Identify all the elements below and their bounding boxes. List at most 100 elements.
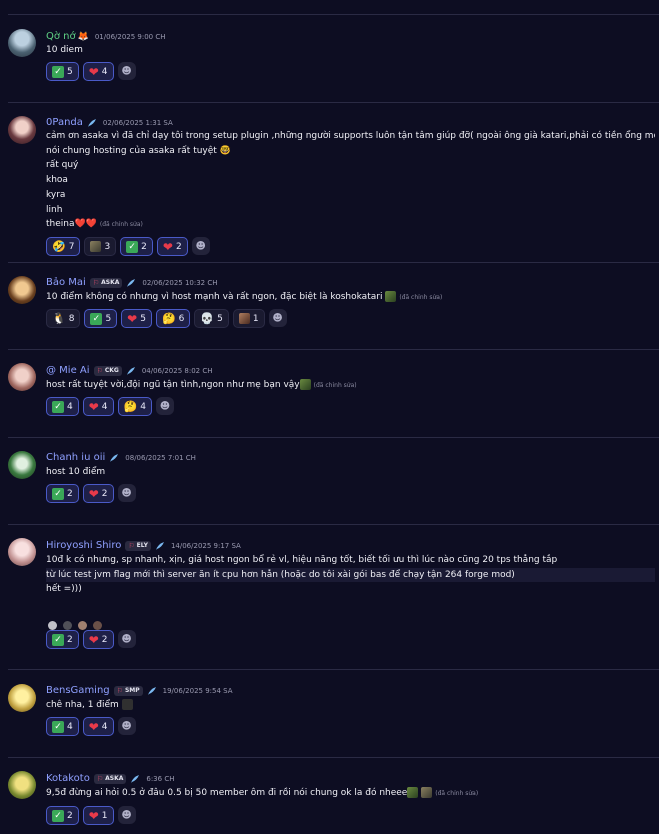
penguin-icon: 🐧	[52, 312, 66, 325]
reaction-check[interactable]: ✓ 2	[120, 237, 153, 256]
reaction-count: 6	[178, 313, 185, 324]
message-divider	[8, 524, 659, 525]
reaction-custom[interactable]: 3	[84, 237, 117, 256]
heart-icon: ❤	[88, 808, 99, 823]
thinking-icon: 🤔	[123, 400, 138, 413]
reaction-rofl[interactable]: 🤣 7	[46, 237, 81, 256]
add-reaction-icon[interactable]: ☻	[117, 717, 136, 735]
message-divider	[8, 349, 659, 350]
avatar[interactable]	[8, 29, 36, 57]
reaction-heart[interactable]: ❤ 4	[82, 717, 114, 736]
reaction-thinking[interactable]: 🤔 4	[117, 397, 152, 416]
timestamp: 02/06/2025 10:32 CH	[142, 278, 218, 287]
reaction-heart[interactable]: ❤ 2	[156, 237, 188, 256]
avatar[interactable]	[8, 276, 36, 304]
reaction-skull[interactable]: 💀 5	[194, 309, 229, 328]
check-icon: ✓	[52, 487, 64, 500]
heart-icon: ❤	[127, 311, 138, 326]
add-reaction-icon[interactable]: ☻	[268, 309, 287, 327]
message-divider	[8, 437, 659, 438]
reaction-check[interactable]: ✓ 2	[46, 484, 79, 503]
author-name[interactable]: Hiroyoshi Shiro	[46, 540, 121, 551]
avatar[interactable]	[8, 363, 36, 391]
reaction-heart[interactable]: ❤ 5	[121, 309, 152, 328]
author-name[interactable]: BensGaming	[46, 685, 110, 696]
author-name[interactable]: @ Mie Ai	[46, 365, 90, 376]
timestamp: 19/06/2025 9:54 SA	[162, 686, 233, 695]
reaction-check[interactable]: ✓ 4	[46, 397, 79, 416]
add-reaction-icon[interactable]: ☻	[155, 397, 174, 415]
reaction-heart[interactable]: ❤ 1	[82, 806, 114, 825]
reaction-count: 1	[252, 313, 259, 324]
check-icon: ✓	[52, 720, 64, 733]
message-divider	[8, 262, 659, 263]
message-divider	[8, 757, 659, 758]
author-name[interactable]: Chanh iu oii	[46, 452, 105, 463]
message-text: 10đ k có nhưng, sp nhanh, xịn, giá host …	[46, 553, 655, 597]
reaction-bar: ✓ 5 ❤ 4 ☻	[46, 62, 136, 81]
reaction-count: 2	[141, 241, 147, 252]
heart-icon: ❤	[88, 399, 99, 414]
reaction-count: 8	[68, 313, 75, 324]
add-reaction-icon[interactable]: ☻	[117, 62, 136, 80]
server-tag: ⚐ ELY	[125, 540, 151, 551]
reaction-heart[interactable]: ❤ 4	[82, 397, 114, 416]
author-name[interactable]: Bảo Mai	[46, 277, 86, 288]
avatar[interactable]	[8, 451, 36, 479]
message-divider	[8, 669, 659, 670]
avatar[interactable]	[8, 116, 36, 144]
add-reaction-icon[interactable]: ☻	[117, 806, 136, 824]
crown-emoji-icon: 🦊	[77, 31, 89, 42]
add-reaction-icon[interactable]: ☻	[117, 484, 136, 502]
reaction-count: 2	[175, 241, 182, 252]
feather-icon	[127, 278, 136, 287]
custom-emoji-icon	[385, 291, 397, 302]
custom-emoji-icon	[407, 787, 419, 798]
message-text: 9,5đ đừng ai hỏi 0.5 ở đâu 0.5 bị 50 mem…	[46, 787, 479, 798]
reaction-penguin[interactable]: 🐧 8	[46, 309, 81, 328]
feather-icon	[110, 453, 119, 462]
add-reaction-icon[interactable]: ☻	[117, 630, 136, 648]
reaction-check[interactable]: ✓ 2	[46, 806, 79, 825]
skull-icon: 💀	[200, 312, 215, 325]
reaction-custom[interactable]: 1	[232, 309, 265, 328]
reaction-heart[interactable]: ❤ 2	[82, 484, 114, 503]
custom-emoji-icon	[63, 621, 72, 630]
check-icon: ✓	[90, 312, 103, 325]
message-divider	[8, 14, 659, 15]
timestamp: 6:36 CH	[146, 774, 175, 783]
reaction-heart[interactable]: ❤ 4	[82, 62, 114, 81]
check-icon: ✓	[126, 240, 139, 253]
edited-label: (đã chỉnh sửa)	[99, 221, 143, 229]
reaction-thinking[interactable]: 🤔 6	[155, 309, 191, 328]
avatar[interactable]	[8, 684, 36, 712]
heart-icon: ❤	[88, 719, 99, 734]
edited-label: (đã chỉnh sửa)	[399, 294, 443, 301]
add-reaction-icon[interactable]: ☻	[191, 237, 210, 255]
rofl-icon: 🤣	[52, 240, 66, 253]
custom-emoji-icon	[78, 621, 87, 630]
server-tag: ⚐ ASKA	[89, 277, 123, 288]
reaction-check[interactable]: ✓ 2	[46, 630, 79, 649]
reaction-count: 4	[140, 401, 146, 412]
custom-image-icon	[421, 787, 433, 798]
reaction-count: 5	[105, 313, 112, 324]
reaction-count: 5	[217, 313, 223, 324]
message-text: host rất tuyệt vời,đội ngũ tận tình,ngon…	[46, 379, 357, 390]
reaction-check[interactable]: ✓ 5	[84, 309, 118, 328]
reaction-check[interactable]: ✓ 5	[46, 62, 79, 81]
check-icon: ✓	[52, 633, 64, 646]
reaction-count: 7	[68, 241, 75, 252]
author-name[interactable]: Qờ nớ	[46, 31, 76, 42]
avatar[interactable]	[8, 771, 36, 799]
check-icon: ✓	[52, 400, 64, 413]
avatar[interactable]	[8, 538, 36, 566]
author-name[interactable]: 0Panda	[46, 117, 83, 128]
author-name[interactable]: Kotakoto	[46, 773, 90, 784]
reaction-check[interactable]: ✓ 4	[46, 717, 79, 736]
reaction-count: 2	[67, 810, 73, 821]
reaction-bar: ✓ 4 ❤ 4 🤔 4 ☻	[46, 397, 174, 416]
reaction-heart[interactable]: ❤ 2	[82, 630, 114, 649]
reaction-count: 2	[67, 634, 73, 645]
reaction-bar: ✓ 2 ❤ 2 ☻	[46, 630, 136, 649]
